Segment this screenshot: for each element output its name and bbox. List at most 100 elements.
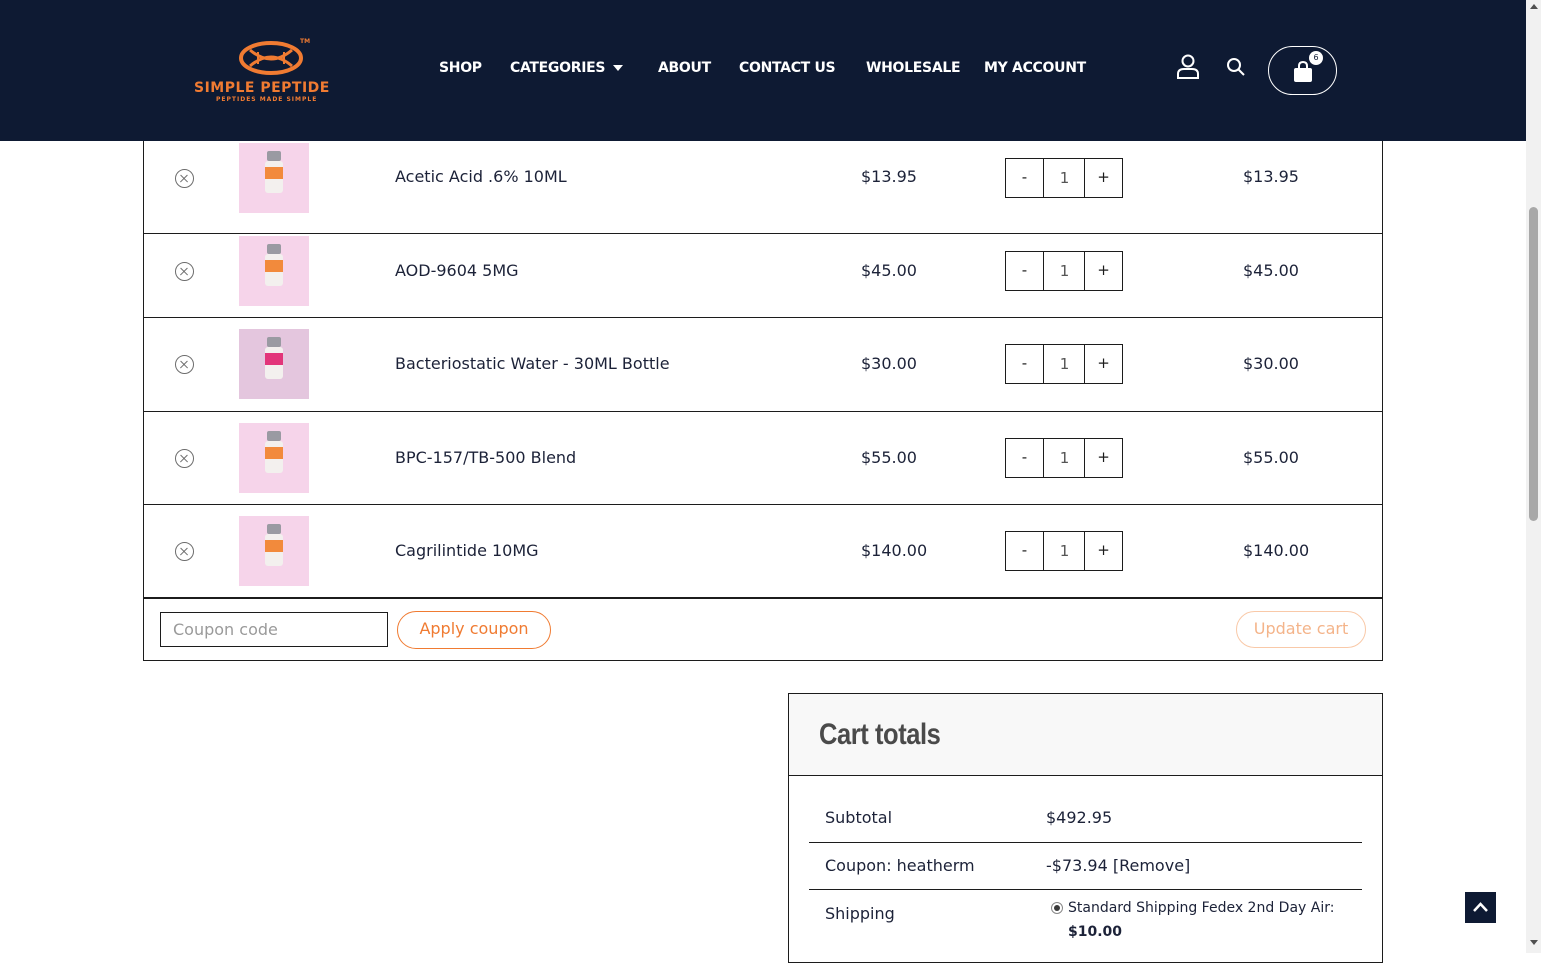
coupon-discount: -$73.94 [Remove] [1046,856,1190,875]
qty-input[interactable]: 1 [1045,439,1084,477]
qty-decrease-button[interactable]: - [1006,532,1044,570]
nav-my-account[interactable]: MY ACCOUNT [984,60,1086,76]
nav-categories[interactable]: CATEGORIES [510,60,624,76]
coupon-code-input[interactable]: Coupon code [160,612,388,647]
qty-decrease-button[interactable]: - [1006,345,1044,383]
brand-name: SIMPLE PEPTIDE [194,80,330,96]
qty-increase-button[interactable]: + [1084,532,1122,570]
vial-label [265,540,283,552]
vial-label [265,447,283,459]
scroll-down-arrow-icon[interactable] [1530,940,1538,945]
vial-cap [267,151,281,161]
cart-count-badge: 6 [1309,51,1323,65]
shipping-option-label[interactable]: Standard Shipping Fedex 2nd Day Air: [1068,900,1334,916]
vial-label [265,167,283,179]
product-price: $45.00 [861,261,917,280]
user-icon[interactable] [1176,54,1200,80]
qty-input[interactable]: 1 [1045,345,1084,383]
cart-totals-header: Cart totals [789,694,1382,776]
nav-shop[interactable]: SHOP [439,60,482,76]
qty-decrease-button[interactable]: - [1006,159,1044,197]
apply-coupon-button[interactable]: Apply coupon [397,611,551,649]
cart-button[interactable]: 6 [1268,46,1337,95]
vial-cap [267,244,281,254]
qty-input[interactable]: 1 [1045,532,1084,570]
remove-item-icon[interactable] [175,262,194,281]
search-icon[interactable] [1226,57,1246,77]
quantity-stepper: - 1 + [1005,344,1123,384]
remove-item-icon[interactable] [175,449,194,468]
cart-row: BPC-157/TB-500 Blend $55.00 - 1 + $55.00 [144,412,1382,505]
remove-item-icon[interactable] [175,169,194,188]
cart-row: Cagrilintide 10MG $140.00 - 1 + $140.00 [144,505,1382,597]
qty-decrease-button[interactable]: - [1006,252,1044,290]
update-cart-button[interactable]: Update cart [1236,611,1366,648]
product-thumbnail[interactable] [239,329,309,399]
scroll-up-arrow-icon[interactable] [1530,4,1538,9]
quantity-stepper: - 1 + [1005,438,1123,478]
qty-increase-button[interactable]: + [1084,159,1122,197]
line-subtotal: $45.00 [1243,261,1299,280]
line-subtotal: $140.00 [1243,541,1310,560]
quantity-stepper: - 1 + [1005,531,1123,571]
qty-increase-button[interactable]: + [1084,252,1122,290]
shipping-price: $10.00 [1068,924,1123,940]
cart-totals: Cart totals Subtotal $492.95 Coupon: hea… [788,693,1383,963]
scrollbar-thumb[interactable] [1529,207,1538,521]
totals-row-shipping: Shipping Standard Shipping Fedex 2nd Day… [809,890,1362,970]
shopping-bag-icon [1294,61,1312,82]
product-name-link[interactable]: Cagrilintide 10MG [395,541,539,560]
quantity-stepper: - 1 + [1005,251,1123,291]
cart-row: Acetic Acid .6% 10ML $13.95 - 1 + $13.95 [144,141,1382,234]
line-subtotal: $13.95 [1243,167,1299,186]
line-subtotal: $30.00 [1243,354,1299,373]
qty-input[interactable]: 1 [1045,159,1084,197]
qty-increase-button[interactable]: + [1084,345,1122,383]
product-price: $30.00 [861,354,917,373]
cart-table: Acetic Acid .6% 10ML $13.95 - 1 + $13.95… [143,141,1383,661]
qty-decrease-button[interactable]: - [1006,439,1044,477]
shipping-label: Shipping [825,904,895,923]
page-scrollbar[interactable] [1526,0,1541,953]
vial-label [265,353,283,365]
remove-item-icon[interactable] [175,542,194,561]
subtotal-label: Subtotal [825,808,893,827]
vial-cap [267,431,281,441]
coupon-discount-value: -$73.94 [1046,856,1108,875]
cart-actions: Coupon code Apply coupon Update cart [144,597,1382,659]
nav-contact-us[interactable]: CONTACT US [739,60,836,76]
product-thumbnail[interactable] [239,143,309,213]
quantity-stepper: - 1 + [1005,158,1123,198]
nav-categories-label: CATEGORIES [510,60,606,76]
site-logo[interactable]: TM SIMPLE PEPTIDE PEPTIDES MADE SIMPLE [190,38,352,104]
product-name-link[interactable]: Acetic Acid .6% 10ML [395,167,567,186]
product-price: $13.95 [861,167,917,186]
product-thumbnail[interactable] [239,423,309,493]
line-subtotal: $55.00 [1243,448,1299,467]
dna-logo-icon [239,41,303,75]
chevron-up-icon [1473,902,1488,912]
caret-down-icon [613,65,624,71]
totals-row-coupon: Coupon: heatherm -$73.94 [Remove] [809,843,1362,890]
product-thumbnail[interactable] [239,516,309,586]
product-price: $55.00 [861,448,917,467]
product-thumbnail[interactable] [239,236,309,306]
vial-cap [267,524,281,534]
nav-about[interactable]: ABOUT [658,60,711,76]
totals-row-subtotal: Subtotal $492.95 [809,794,1362,843]
subtotal-value: $492.95 [1046,808,1113,827]
qty-input[interactable]: 1 [1045,252,1084,290]
shipping-radio[interactable] [1051,902,1063,914]
nav-wholesale[interactable]: WHOLESALE [866,60,961,76]
trademark-mark: TM [300,38,311,45]
product-name-link[interactable]: AOD-9604 5MG [395,261,519,280]
product-name-link[interactable]: BPC-157/TB-500 Blend [395,448,576,467]
qty-increase-button[interactable]: + [1084,439,1122,477]
scroll-to-top-button[interactable] [1465,892,1496,923]
vial-cap [267,337,281,347]
cart-row: Bacteriostatic Water - 30ML Bottle $30.0… [144,318,1382,412]
remove-item-icon[interactable] [175,355,194,374]
cart-totals-title: Cart totals [819,718,941,751]
product-name-link[interactable]: Bacteriostatic Water - 30ML Bottle [395,354,670,373]
remove-coupon-link[interactable]: [Remove] [1113,856,1190,875]
